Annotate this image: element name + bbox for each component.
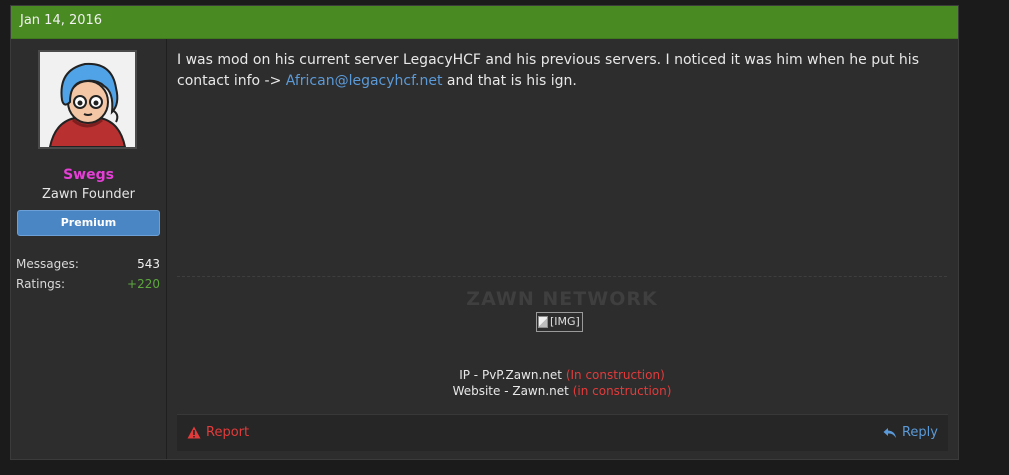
signature-note: (In construction) [565, 368, 665, 382]
premium-badge: Premium [17, 210, 160, 236]
report-label: Report [206, 425, 250, 440]
reply-label: Reply [901, 425, 938, 440]
stat-value[interactable]: +220 [127, 277, 160, 291]
stat-ratings: Ratings: +220 [16, 277, 160, 295]
post-header: Jan 14, 2016 [11, 6, 958, 39]
user-info-panel: Swegs Zawn Founder Premium Messages: 543… [11, 39, 167, 459]
signature-note: (in construction) [572, 384, 672, 398]
post-actions-bar: Report Reply [177, 414, 948, 451]
signature-title: ZAWN NETWORK [466, 288, 658, 310]
report-button[interactable]: Report [187, 425, 249, 440]
post-date[interactable]: Jan 14, 2016 [20, 13, 102, 28]
signature-text: Website - Zawn.net [452, 384, 569, 398]
image-alt-text: [IMG] [550, 315, 580, 328]
user-title: Zawn Founder [42, 187, 135, 202]
avatar-image [40, 52, 135, 147]
avatar[interactable] [38, 50, 137, 149]
stat-value[interactable]: 543 [137, 257, 160, 271]
forum-post: Jan 14, 2016 Swegs Zawn Founder Premium … [10, 5, 959, 460]
broken-image-icon [538, 316, 548, 328]
warning-triangle-icon [187, 426, 201, 439]
signature-image[interactable]: [IMG] [536, 312, 583, 332]
signature-divider [177, 276, 947, 277]
signature-line-ip: IP - PvP.Zawn.net (In construction) [177, 368, 947, 382]
stat-label: Ratings: [16, 277, 65, 291]
signature-text: IP - PvP.Zawn.net [459, 368, 562, 382]
reply-arrow-icon [883, 427, 896, 438]
stat-messages: Messages: 543 [16, 257, 160, 275]
message-text: and that is his ign. [442, 73, 577, 89]
reply-button[interactable]: Reply [883, 425, 938, 440]
signature-line-website: Website - Zawn.net (in construction) [177, 384, 947, 398]
username[interactable]: Swegs [11, 167, 166, 183]
email-link[interactable]: African@legacyhcf.net [286, 73, 443, 89]
stat-label: Messages: [16, 257, 79, 271]
post-message: I was mod on his current server LegacyHC… [177, 50, 947, 92]
